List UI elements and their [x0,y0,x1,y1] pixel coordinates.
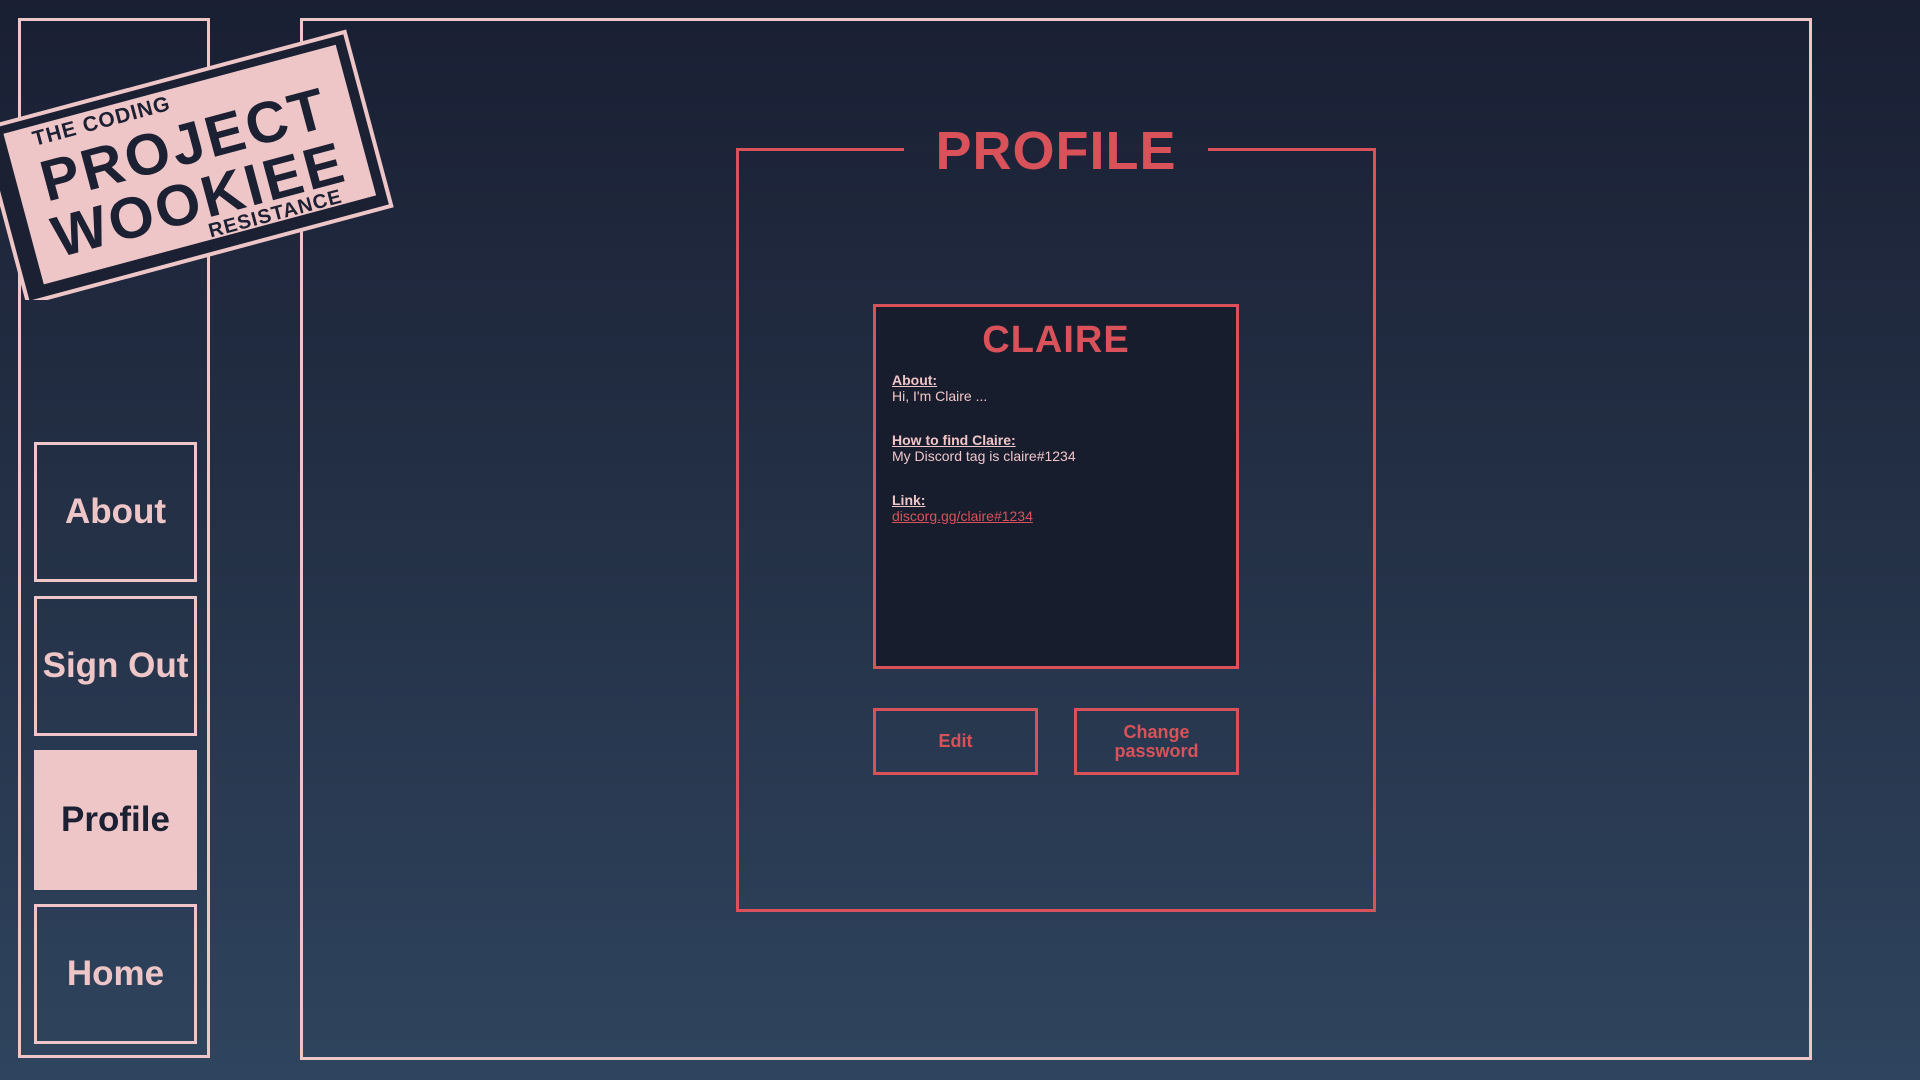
nav-sign-out-button[interactable]: Sign Out [34,596,197,736]
nav-home-button[interactable]: Home [34,904,197,1044]
page-title: PROFILE [935,121,1177,181]
project-wookiee-logo[interactable]: THE CODING PROJECT WOOKIEE RESISTANCE [0,0,400,300]
about-value: Hi, I'm Claire ... [892,388,988,404]
about-label: About: [892,372,938,388]
change-password-button[interactable]: Change password [1074,708,1239,775]
profile-link[interactable]: discorg.gg/claire#1234 [892,508,1220,524]
profile-card: CLAIRE About: Hi, I'm Claire ... How to … [873,304,1239,669]
find-label: How to find Claire: [892,432,1016,448]
nav-about-button[interactable]: About [34,442,197,582]
profile-name: CLAIRE [982,319,1130,361]
edit-button[interactable]: Edit [873,708,1038,775]
find-value: My Discord tag is claire#1234 [892,448,1076,464]
nav-profile-button[interactable]: Profile [34,750,197,890]
link-label: Link: [892,492,926,508]
